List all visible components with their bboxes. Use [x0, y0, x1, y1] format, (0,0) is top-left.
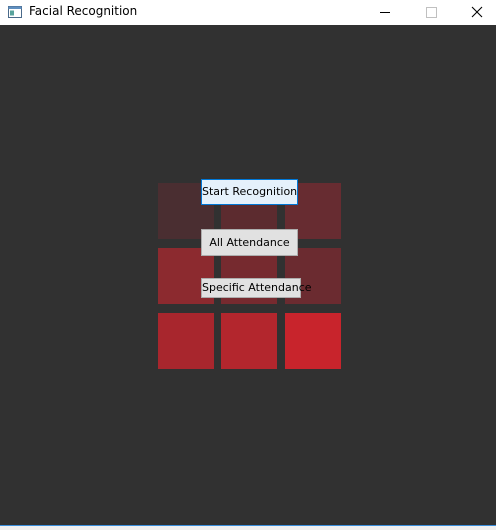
window-bottom-edge — [0, 525, 496, 530]
minimize-button[interactable] — [362, 0, 408, 25]
client-area: Start Recognition All Attendance Specifi… — [0, 25, 496, 525]
window-title: Facial Recognition — [29, 4, 138, 18]
maximize-icon — [426, 7, 437, 18]
specific-attendance-button[interactable]: Specific Attendance — [201, 278, 312, 298]
all-attendance-button[interactable]: All Attendance — [201, 229, 298, 256]
window-app-icon — [8, 6, 22, 18]
close-button[interactable] — [454, 0, 496, 25]
background-tile — [285, 313, 341, 369]
close-icon — [471, 6, 483, 18]
app-window: Facial Recognition Start Recognition All… — [0, 0, 496, 530]
title-bar[interactable]: Facial Recognition — [0, 0, 496, 25]
start-recognition-button[interactable]: Start Recognition — [201, 179, 298, 205]
background-tile — [158, 313, 214, 369]
maximize-button[interactable] — [408, 0, 454, 25]
background-tile — [221, 313, 277, 369]
minimize-icon — [380, 12, 390, 13]
